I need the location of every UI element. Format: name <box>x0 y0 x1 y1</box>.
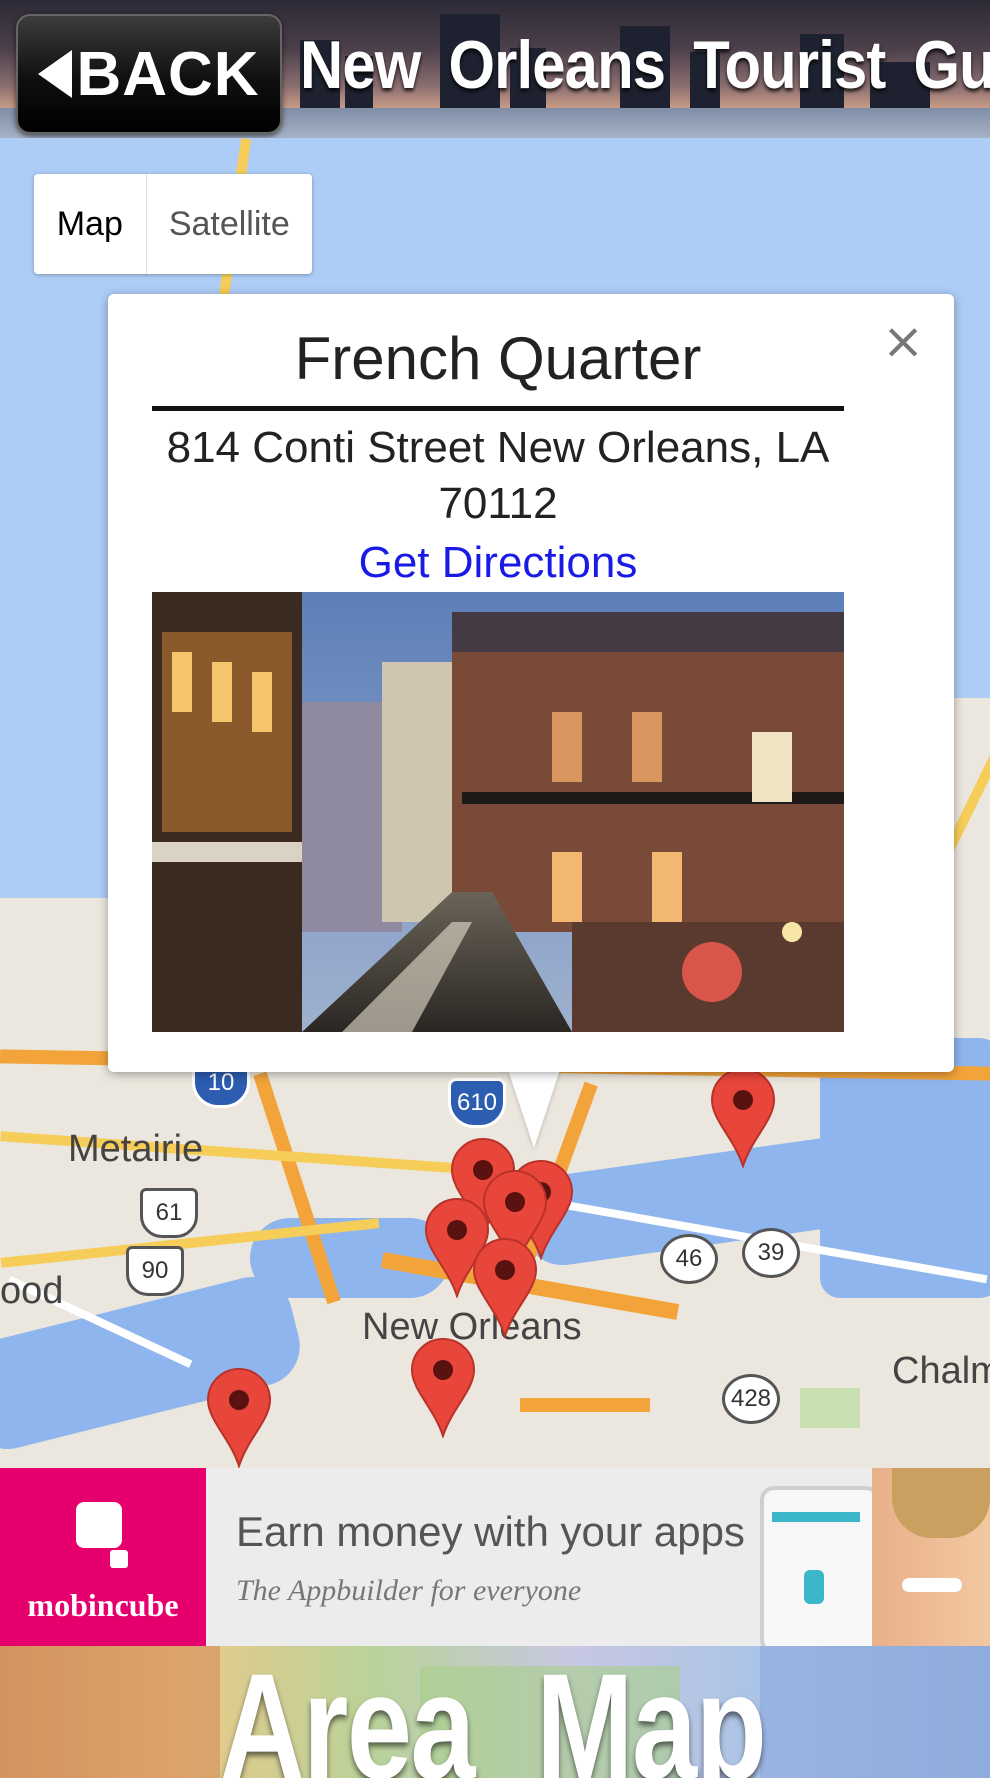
route-shield-la39: 39 <box>742 1228 800 1278</box>
ad-banner[interactable]: mobincube Earn money with your apps The … <box>0 1468 990 1646</box>
map-label-edge: ood <box>0 1270 64 1312</box>
map-view[interactable]: Metairie New Orleans Chalm ood 10 610 61… <box>0 138 990 1468</box>
map-label-metairie: Metairie <box>68 1128 204 1170</box>
title-divider <box>152 406 844 411</box>
route-shield-la428: 428 <box>722 1374 780 1424</box>
app-title: New Orleans Tourist Guide <box>300 27 990 103</box>
route-shield-us61: 61 <box>140 1188 198 1238</box>
back-button[interactable]: BACK <box>16 14 282 134</box>
header-banner: BACK New Orleans Tourist Guide <box>0 0 990 138</box>
info-window-address: 814 Conti Street New Orleans, LA 70112 <box>166 423 830 528</box>
ad-headline: Earn money with your apps <box>236 1508 745 1555</box>
map-label-chalmette: Chalm <box>892 1350 990 1392</box>
info-window-title: French Quarter <box>294 325 702 392</box>
french-quarter-photo <box>152 592 844 1032</box>
get-directions-link[interactable]: Get Directions <box>152 538 844 588</box>
mobincube-logo: mobincube <box>0 1468 206 1646</box>
map-pin[interactable] <box>710 1068 776 1168</box>
area-map-label: Area Map <box>220 1646 767 1778</box>
close-icon[interactable]: × <box>882 316 924 366</box>
area-map-button[interactable]: Area Map <box>0 1646 990 1778</box>
map-pin[interactable] <box>206 1368 272 1468</box>
phone-image <box>760 1486 880 1646</box>
route-shield-la46: 46 <box>660 1234 718 1284</box>
ad-brand-name: mobincube <box>27 1587 179 1623</box>
map-pin[interactable] <box>472 1238 538 1338</box>
info-window: × French Quarter 814 Conti Street New Or… <box>108 294 954 1072</box>
info-window-pointer <box>508 1070 560 1148</box>
smiling-woman-image <box>872 1468 990 1646</box>
map-type-map-button[interactable]: Map <box>34 174 147 274</box>
app-screen: BACK New Orleans Tourist Guide Metairie … <box>0 0 1000 1778</box>
route-shield-i610: 610 <box>448 1078 506 1128</box>
map-type-control: Map Satellite <box>34 174 312 274</box>
route-shield-us90: 90 <box>126 1246 184 1296</box>
map-pin[interactable] <box>410 1338 476 1438</box>
back-button-label: BACK <box>76 39 260 109</box>
ad-tagline: The Appbuilder for everyone <box>236 1574 582 1607</box>
back-arrow-icon <box>38 50 73 98</box>
map-type-satellite-button[interactable]: Satellite <box>147 174 312 274</box>
